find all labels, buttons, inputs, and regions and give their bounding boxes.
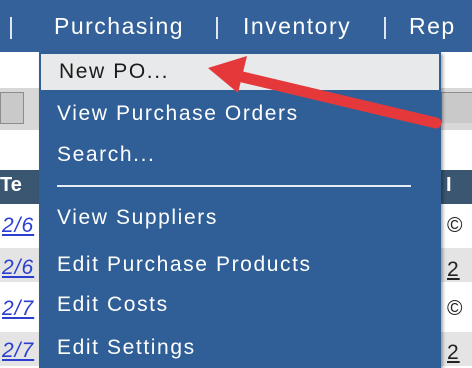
grid-header-left: Te xyxy=(0,174,22,196)
grid-header-right: I xyxy=(446,174,452,196)
purchasing-dropdown-menu: New PO... View Purchase Orders Search...… xyxy=(39,52,441,368)
menu-item-view-purchase-orders[interactable]: View Purchase Orders xyxy=(39,96,441,132)
menu-item-edit-purchase-products[interactable]: Edit Purchase Products xyxy=(39,247,441,283)
nav-item-purchasing[interactable]: Purchasing xyxy=(54,12,184,40)
nav-item-inventory[interactable]: Inventory xyxy=(243,12,351,40)
row-date-link[interactable]: 2/7 xyxy=(2,297,34,321)
row-right-cell: © xyxy=(447,214,464,237)
menu-item-edit-costs[interactable]: Edit Costs xyxy=(39,287,441,323)
row-right-cell: © xyxy=(447,297,464,320)
nav-separator: | xyxy=(382,13,390,39)
background-toolbar-button[interactable] xyxy=(0,92,24,124)
background-toolbar-button[interactable] xyxy=(441,92,472,123)
nav-separator: | xyxy=(8,13,16,39)
row-date-link[interactable]: 2/6 xyxy=(2,256,34,280)
menu-item-edit-settings[interactable]: Edit Settings xyxy=(39,330,441,366)
menu-divider xyxy=(57,185,411,187)
row-date-link[interactable]: 2/7 xyxy=(2,339,34,363)
row-date-link[interactable]: 2/6 xyxy=(2,214,34,238)
row-right-cell[interactable]: 2 xyxy=(447,258,460,282)
row-right-cell[interactable]: 2 xyxy=(447,341,460,365)
nav-item-reports[interactable]: Rep xyxy=(409,12,456,40)
menu-item-view-suppliers[interactable]: View Suppliers xyxy=(39,200,441,236)
nav-separator: | xyxy=(214,13,222,39)
menu-item-search[interactable]: Search... xyxy=(39,137,441,173)
menu-item-new-po[interactable]: New PO... xyxy=(41,54,439,90)
top-nav-bar: | Purchasing | Inventory | Rep xyxy=(0,0,472,52)
